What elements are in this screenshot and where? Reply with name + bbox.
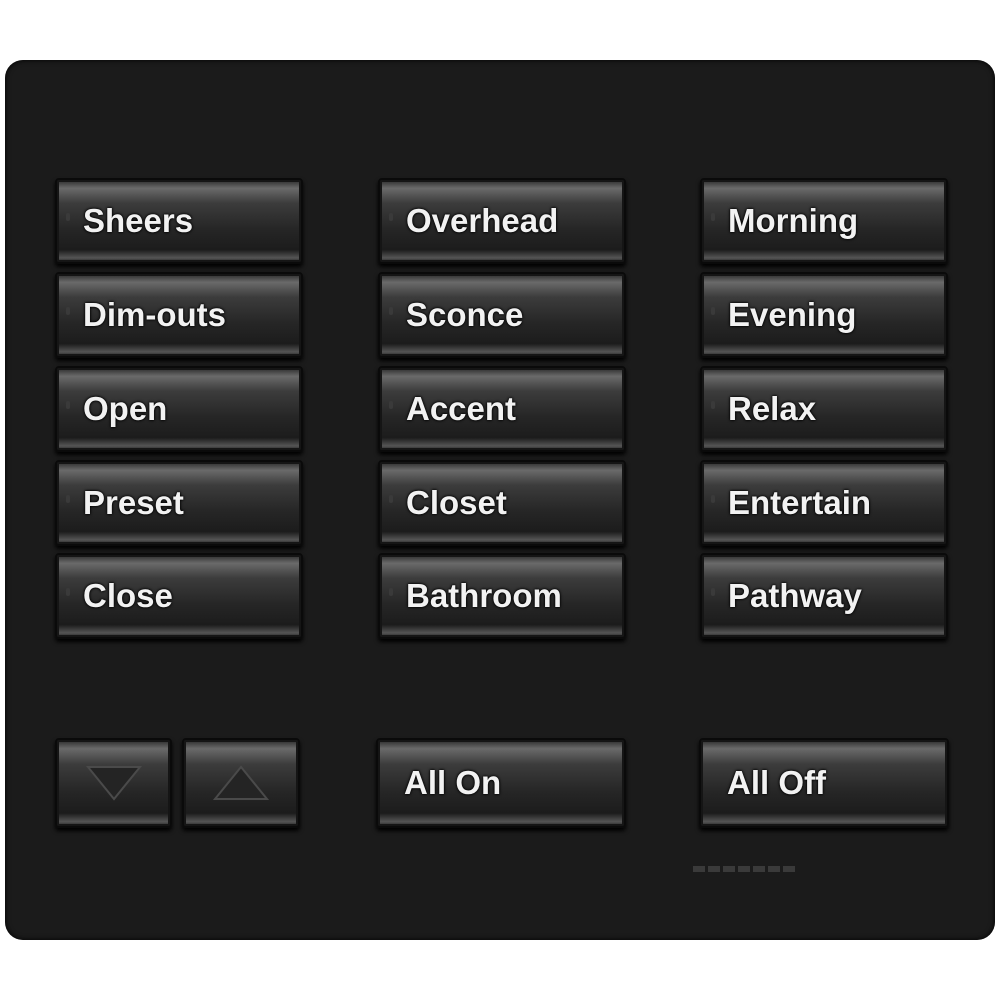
button-label: Sheers: [83, 202, 194, 239]
led-indicator: [66, 307, 70, 315]
button-label: Pathway: [728, 577, 862, 614]
led-indicator: [711, 495, 715, 503]
scene-button-bathroom[interactable]: Bathroom: [378, 553, 626, 639]
scene-button-pathway[interactable]: Pathway: [700, 553, 948, 639]
scene-button-evening[interactable]: Evening: [700, 272, 948, 358]
led-indicator: [389, 588, 393, 596]
button-label: Open: [83, 390, 168, 427]
all-on-button[interactable]: All On: [376, 738, 626, 828]
scene-button-overhead[interactable]: Overhead: [378, 178, 626, 264]
button-label: Close: [83, 577, 173, 614]
scene-button-sheers[interactable]: Sheers: [55, 178, 303, 264]
led-indicator: [711, 307, 715, 315]
scene-button-sconce[interactable]: Sconce: [378, 272, 626, 358]
led-indicator: [389, 401, 393, 409]
scene-button-relax[interactable]: Relax: [700, 366, 948, 452]
led-indicator: [711, 588, 715, 596]
button-label: Overhead: [406, 202, 559, 239]
scene-button-accent[interactable]: Accent: [378, 366, 626, 452]
scene-button-morning[interactable]: Morning: [700, 178, 948, 264]
button-label: Bathroom: [406, 577, 562, 614]
button-label: Closet: [406, 484, 507, 521]
button-label: Preset: [83, 484, 184, 521]
button-label: Evening: [728, 296, 857, 333]
all-off-button[interactable]: All Off: [699, 738, 949, 828]
scene-button-entertain[interactable]: Entertain: [700, 460, 948, 546]
led-indicator: [711, 401, 715, 409]
lower-button[interactable]: [55, 738, 172, 828]
button-label: Dim-outs: [83, 296, 226, 333]
led-indicator: [711, 213, 715, 221]
triangle-down-icon: [85, 766, 142, 801]
led-indicator: [66, 495, 70, 503]
led-indicator: [66, 213, 70, 221]
button-label: All Off: [727, 764, 826, 801]
led-indicator: [389, 495, 393, 503]
button-label: Accent: [406, 390, 517, 427]
led-indicator: [389, 307, 393, 315]
button-label: Relax: [728, 390, 817, 427]
scene-button-dim-outs[interactable]: Dim-outs: [55, 272, 303, 358]
triangle-up-icon: [213, 765, 269, 800]
scene-button-close[interactable]: Close: [55, 553, 303, 639]
scene-button-preset[interactable]: Preset: [55, 460, 303, 546]
led-indicator: [66, 588, 70, 596]
led-indicator: [66, 401, 70, 409]
scene-button-open[interactable]: Open: [55, 366, 303, 452]
button-label: Morning: [728, 202, 859, 239]
led-indicator: [389, 213, 393, 221]
raise-button[interactable]: [182, 738, 300, 828]
brand-logo: [693, 866, 795, 872]
scene-button-closet[interactable]: Closet: [378, 460, 626, 546]
button-label: All On: [404, 764, 502, 801]
button-label: Sconce: [406, 296, 524, 333]
button-label: Entertain: [728, 484, 872, 521]
